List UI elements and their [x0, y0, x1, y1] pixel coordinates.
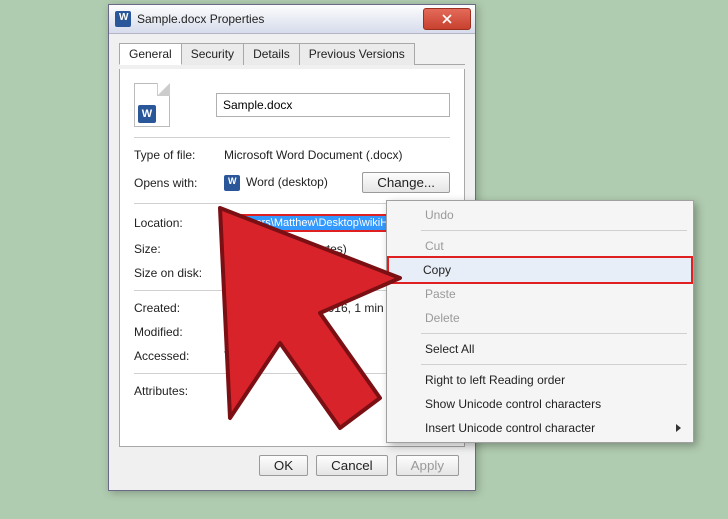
menu-undo[interactable]: Undo: [389, 203, 691, 227]
menu-copy[interactable]: Copy: [387, 256, 693, 284]
menu-rtl[interactable]: Right to left Reading order: [389, 368, 691, 392]
word-doc-icon: [115, 11, 131, 27]
menu-separator: [421, 333, 687, 334]
disk-label: Size on disk:: [134, 266, 224, 280]
filename-input[interactable]: Sample.docx: [216, 93, 450, 117]
separator: [134, 137, 450, 138]
tab-security[interactable]: Security: [181, 43, 244, 65]
tab-details[interactable]: Details: [243, 43, 300, 65]
apply-button[interactable]: Apply: [396, 455, 459, 476]
opens-label: Opens with:: [134, 176, 224, 190]
word-icon: [224, 175, 240, 191]
ok-button[interactable]: OK: [259, 455, 308, 476]
location-label: Location:: [134, 216, 224, 230]
attributes-label: Attributes:: [134, 384, 224, 398]
submenu-arrow-icon: [676, 424, 681, 432]
dialog-buttons: OK Cancel Apply: [119, 447, 465, 478]
menu-insert-unicode[interactable]: Insert Unicode control character: [389, 416, 691, 440]
menu-paste[interactable]: Paste: [389, 282, 691, 306]
close-icon: [442, 14, 452, 24]
type-row: Type of file: Microsoft Word Document (.…: [134, 148, 450, 162]
type-label: Type of file:: [134, 148, 224, 162]
type-value: Microsoft Word Document (.docx): [224, 148, 450, 162]
context-menu: Undo Cut Copy Paste Delete Select All Ri…: [386, 200, 694, 443]
filename-row: W Sample.docx: [134, 83, 450, 127]
menu-cut[interactable]: Cut: [389, 234, 691, 258]
tab-previous-versions[interactable]: Previous Versions: [299, 43, 415, 65]
created-label: Created:: [134, 301, 224, 315]
size-label: Size:: [134, 242, 224, 256]
cancel-button[interactable]: Cancel: [316, 455, 388, 476]
file-icon: W: [134, 83, 170, 127]
opens-value: Word (desktop): [224, 175, 362, 191]
titlebar: Sample.docx Properties: [109, 5, 475, 34]
dialog-title: Sample.docx Properties: [137, 12, 423, 26]
tab-general[interactable]: General: [119, 43, 182, 65]
menu-delete[interactable]: Delete: [389, 306, 691, 330]
close-button[interactable]: [423, 8, 471, 30]
menu-separator: [421, 230, 687, 231]
opens-row: Opens with: Word (desktop) Change...: [134, 172, 450, 193]
menu-select-all[interactable]: Select All: [389, 337, 691, 361]
tab-strip: General Security Details Previous Versio…: [119, 42, 465, 65]
accessed-label: Accessed:: [134, 349, 224, 363]
modified-label: Modified:: [134, 325, 224, 339]
menu-show-unicode[interactable]: Show Unicode control characters: [389, 392, 691, 416]
menu-separator: [421, 364, 687, 365]
change-button[interactable]: Change...: [362, 172, 450, 193]
